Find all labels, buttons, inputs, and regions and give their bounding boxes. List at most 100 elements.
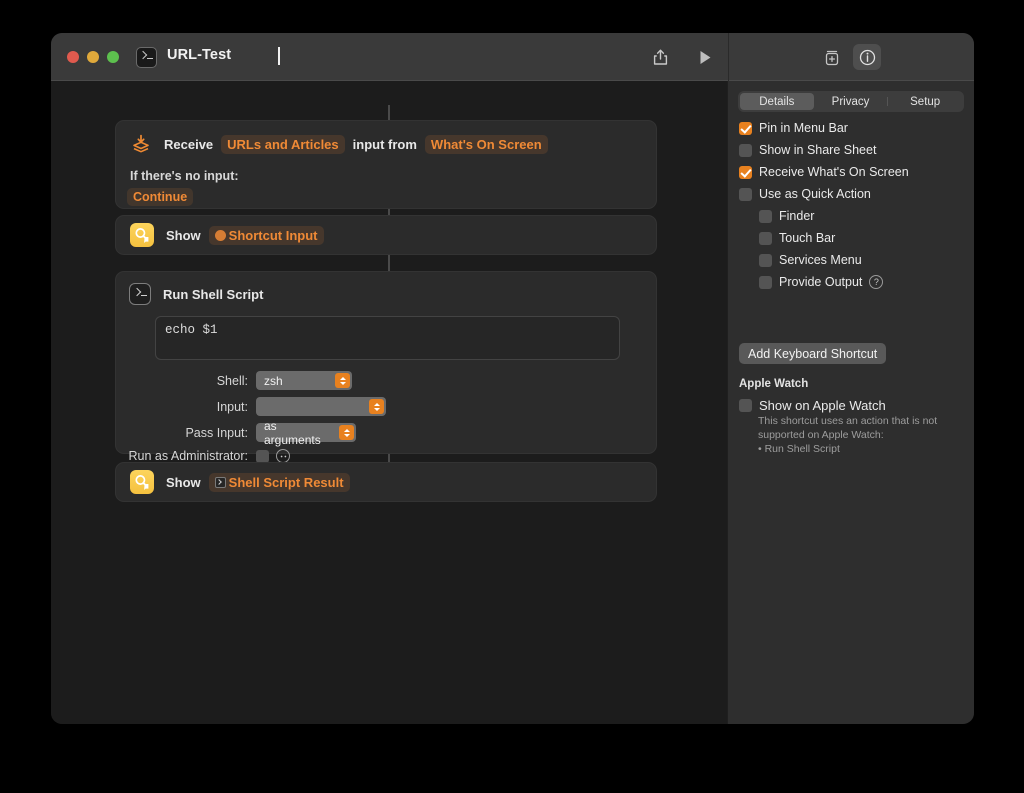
shortcut-input-icon [214,229,226,241]
shortcut-terminal-icon [136,47,157,68]
services-menu-label: Services Menu [779,253,862,267]
text-cursor [278,47,280,65]
finder-checkbox[interactable] [759,209,772,223]
show1-variable-label: Shortcut Input [228,227,318,243]
show-on-apple-watch-label: Show on Apple Watch [759,398,886,413]
add-keyboard-shortcut-button[interactable]: Add Keyboard Shortcut [739,343,887,364]
shell-header-row: Run Shell Script [116,272,656,305]
zoom-button[interactable] [107,51,119,63]
show2-verb: Show [166,474,201,490]
pin-in-menu-bar-label: Pin in Menu Bar [759,121,848,135]
shell-popup-button[interactable]: zsh [256,371,352,390]
connector-2 [388,255,390,271]
touch-bar-label: Touch Bar [779,231,836,245]
option-show-in-share-sheet[interactable]: Show in Share Sheet [739,143,876,157]
option-use-as-quick-action[interactable]: Use as Quick Action [739,187,871,201]
terminal-mini-icon [214,476,226,488]
pass-input-field-row: Pass Input: as arguments [116,419,356,447]
shell-value: zsh [264,373,283,388]
action-receive-input[interactable]: Receive URLs and Articles input from Wha… [115,120,657,209]
option-finder[interactable]: Finder [759,209,814,223]
show2-row: Show Shell Script Result [116,463,656,501]
input-field-row: Input: [116,397,386,416]
apple-watch-unsupported-note: This shortcut uses an action that is not… [758,414,963,457]
use-as-quick-action-label: Use as Quick Action [759,187,871,201]
show1-variable[interactable]: Shortcut Input [208,225,324,245]
action-show-shortcut-input[interactable]: Show Shortcut Input [115,215,657,255]
watch-note-line-2: supported on Apple Watch: [758,429,884,442]
input-stepper-icon[interactable] [369,399,384,414]
share-icon[interactable] [647,45,673,69]
use-as-quick-action-checkbox[interactable] [739,187,752,201]
minimize-button[interactable] [87,51,99,63]
provide-output-help-icon[interactable]: ? [869,275,884,289]
shortcut-name-field[interactable]: URL-Test [167,47,231,63]
provide-output-checkbox[interactable] [759,275,772,289]
option-provide-output[interactable]: Provide Output ? [759,275,884,289]
provide-output-label: Provide Output [779,275,863,289]
pass-input-stepper-icon[interactable] [339,425,354,440]
watch-note-line-3: • Run Shell Script [758,443,840,456]
show-in-share-sheet-checkbox[interactable] [739,143,752,157]
receive-whats-on-screen-checkbox[interactable] [739,165,752,179]
window-titlebar: URL-Test [51,33,974,81]
shell-action-title: Run Shell Script [163,286,264,302]
info-icon[interactable] [853,44,881,70]
pass-input-label: Pass Input: [185,425,248,440]
sidebar-tab-bar: Details Privacy Setup [738,91,964,112]
run-as-admin-row: Run as Administrator: [116,449,290,463]
show1-row: Show Shortcut Input [116,216,656,254]
no-input-label: If there's no input: [130,169,239,183]
run-as-admin-help-icon[interactable] [276,449,290,463]
receive-from-label: input from [352,136,417,152]
finder-label: Finder [779,209,815,223]
tab-details[interactable]: Details [740,93,814,110]
input-popup-button[interactable] [256,397,386,416]
input-label: Input: [216,399,248,414]
action-show-shell-script-result[interactable]: Show Shell Script Result [115,462,657,502]
shortcut-editor-canvas: Receive URLs and Articles input from Wha… [51,81,727,724]
shell-label: Shell: [216,373,248,388]
run-shortcut-button[interactable] [692,45,718,69]
tab-privacy[interactable]: Privacy [814,93,888,110]
services-menu-checkbox[interactable] [759,253,772,267]
apple-watch-section-header: Apple Watch [739,378,809,390]
option-pin-in-menu-bar[interactable]: Pin in Menu Bar [739,121,848,135]
shortcuts-window: URL-Test Receive URLs and Articles input… [51,33,974,724]
script-input[interactable]: echo $1 [155,316,620,360]
show-in-share-sheet-label: Show in Share Sheet [759,143,877,157]
connector-top [388,105,390,120]
close-button[interactable] [67,51,79,63]
quick-look-icon [130,470,154,494]
pass-input-value: as arguments [264,418,321,447]
shell-stepper-icon[interactable] [335,373,350,388]
traffic-light-buttons [67,51,119,63]
show-on-apple-watch-checkbox[interactable] [739,399,752,412]
receive-input-icon [130,133,152,155]
show2-variable[interactable]: Shell Script Result [208,472,350,492]
no-input-value[interactable]: Continue [127,188,194,206]
watch-note-line-1: This shortcut uses an action that is not [758,415,938,427]
option-show-on-apple-watch[interactable]: Show on Apple Watch [739,398,886,413]
terminal-icon [129,283,151,305]
connector-3 [388,454,390,462]
option-touch-bar[interactable]: Touch Bar [759,231,835,245]
receive-source[interactable]: What's On Screen [424,134,548,154]
quick-look-icon [130,223,154,247]
run-as-admin-checkbox[interactable] [256,449,269,463]
tab-setup[interactable]: Setup [888,93,962,110]
details-sidebar: Details Privacy Setup Pin in Menu Bar Sh… [727,81,974,724]
receive-header-row: Receive URLs and Articles input from Wha… [116,121,656,155]
touch-bar-checkbox[interactable] [759,231,772,245]
add-action-icon[interactable] [819,45,845,69]
action-run-shell-script[interactable]: Run Shell Script echo $1 Shell: zsh Inpu… [115,271,657,463]
receive-whats-on-screen-label: Receive What's On Screen [759,165,909,179]
option-services-menu[interactable]: Services Menu [759,253,862,267]
run-as-admin-label: Run as Administrator: [128,449,249,463]
receive-verb: Receive [164,136,214,152]
option-receive-whats-on-screen[interactable]: Receive What's On Screen [739,165,909,179]
pass-input-popup-button[interactable]: as arguments [256,419,356,447]
receive-input-type[interactable]: URLs and Articles [221,134,345,154]
toolbar-divider [728,33,729,81]
pin-in-menu-bar-checkbox[interactable] [739,121,752,135]
